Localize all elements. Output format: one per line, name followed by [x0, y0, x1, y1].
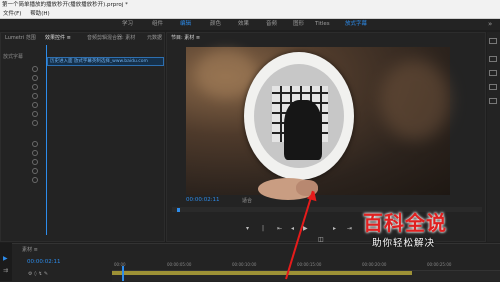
- silhouette-image: [284, 100, 322, 160]
- tab-program-monitor[interactable]: 节目: 素材 ≡: [171, 33, 200, 43]
- play-icon[interactable]: ▶: [303, 225, 308, 232]
- window-title: 第一个简单播放的播放秒开(播放播放秒开).prproj *: [0, 0, 500, 10]
- workspace-tab-effects[interactable]: 效果: [238, 19, 249, 30]
- tab-lumetri-scopes[interactable]: Lumetri 范围: [5, 33, 36, 43]
- timeline-tab[interactable]: 素材 ≡: [22, 246, 38, 253]
- track-label: 放式字幕: [3, 54, 24, 60]
- workspace-tab-graphics[interactable]: 图形: [293, 19, 304, 30]
- ruler-label: 00:00:10:00: [232, 262, 257, 267]
- folder-icon[interactable]: [489, 56, 497, 62]
- keyframe-toggle-icon[interactable]: [32, 111, 38, 117]
- keyframe-toggle-icon[interactable]: [32, 159, 38, 165]
- keyframe-toggle-icon[interactable]: [32, 141, 38, 147]
- folder-icon[interactable]: [489, 98, 497, 104]
- step-forward-icon[interactable]: ▸: [333, 225, 336, 232]
- workspace-tab-audio[interactable]: 音频: [266, 19, 277, 30]
- ruler-label: 00:00:15:00: [297, 262, 322, 267]
- folder-icon[interactable]: [489, 84, 497, 90]
- keyframe-toggle-icon[interactable]: [32, 84, 38, 90]
- tools-panel: ▶ ⇉: [0, 243, 12, 281]
- keyframe-toggle-icon[interactable]: [32, 66, 38, 72]
- cup-reflection-image: [254, 64, 344, 168]
- menu-bar: 文件(F) 帮助(H): [0, 10, 500, 19]
- folder-icon[interactable]: [489, 38, 497, 44]
- menu-item-help[interactable]: 帮助(H): [30, 10, 49, 19]
- go-to-in-icon[interactable]: ⇤: [277, 225, 282, 232]
- project-panel-collapsed: [487, 32, 500, 242]
- timeline-work-area-bar[interactable]: [112, 271, 412, 275]
- background-blur: [380, 60, 450, 140]
- tab-metadata[interactable]: 元数据: [147, 33, 162, 43]
- workspace-tab-titles[interactable]: Titles: [315, 19, 330, 30]
- workspace-tab-captions[interactable]: 放式字幕: [345, 19, 367, 30]
- mark-out-icon[interactable]: |: [262, 225, 264, 232]
- workspace-tab-edit[interactable]: 编辑: [180, 19, 191, 30]
- tab-audio-clip-mixer[interactable]: 音频剪辑混合器: 素材: [87, 33, 135, 43]
- source-panel-tabs: Lumetri 范围 效果控件 ≡ 音频剪辑混合器: 素材 元数据: [1, 33, 164, 43]
- workspace-more-icon[interactable]: »: [488, 19, 492, 30]
- ruler-label: 00:00:05:00: [167, 262, 192, 267]
- timeline-settings-icon[interactable]: ⚙ ◊ ↯ ✎: [28, 271, 48, 277]
- keyframe-toggle-icon[interactable]: [32, 93, 38, 99]
- workspace-tab-assembly[interactable]: 组件: [152, 19, 163, 30]
- workspace-tab-learn[interactable]: 学习: [122, 19, 133, 30]
- mark-in-icon[interactable]: ▾: [246, 225, 249, 232]
- workspace-tab-color[interactable]: 颜色: [210, 19, 221, 30]
- effect-timeline-playhead: [46, 45, 47, 235]
- keyframe-toggle-icon[interactable]: [32, 75, 38, 81]
- keyframe-toggle-icon[interactable]: [32, 150, 38, 156]
- selection-tool-icon[interactable]: ▶: [3, 255, 8, 262]
- timeline-playhead[interactable]: [122, 266, 124, 281]
- track-select-icon[interactable]: ⇉: [3, 267, 8, 274]
- menu-item-file[interactable]: 文件(F): [3, 10, 21, 19]
- background-blur: [196, 50, 256, 98]
- keyframe-toggle-icon[interactable]: [32, 102, 38, 108]
- export-frame-icon[interactable]: ◫: [318, 236, 324, 243]
- watermark-title: 百科全说: [363, 211, 447, 235]
- keyframe-toggle-icon[interactable]: [32, 168, 38, 174]
- timeline-timecode[interactable]: 00:00:02:11: [27, 259, 61, 265]
- watermark-logo: 百科全说 助你轻松解决: [345, 203, 465, 263]
- keyframe-toggle-icon[interactable]: [32, 177, 38, 183]
- scrubber-playhead[interactable]: [177, 208, 180, 212]
- watermark-subtitle: 助你轻松解决: [372, 238, 436, 249]
- tab-effect-controls[interactable]: 效果控件 ≡: [45, 33, 71, 43]
- effect-clip-bar[interactable]: 历史进入面 放式字幕英制选择_www.baidu.com: [47, 57, 164, 66]
- step-back-icon[interactable]: ◂: [291, 225, 294, 232]
- workspace-bar: 学习 组件 编辑 颜色 效果 音频 图形 Titles 放式字幕 »: [0, 19, 500, 30]
- keyframe-toggle-icon[interactable]: [32, 120, 38, 126]
- program-timecode[interactable]: 00:00:02:11: [186, 197, 220, 203]
- folder-icon[interactable]: [489, 70, 497, 76]
- zoom-fit-select[interactable]: 适合: [242, 197, 252, 204]
